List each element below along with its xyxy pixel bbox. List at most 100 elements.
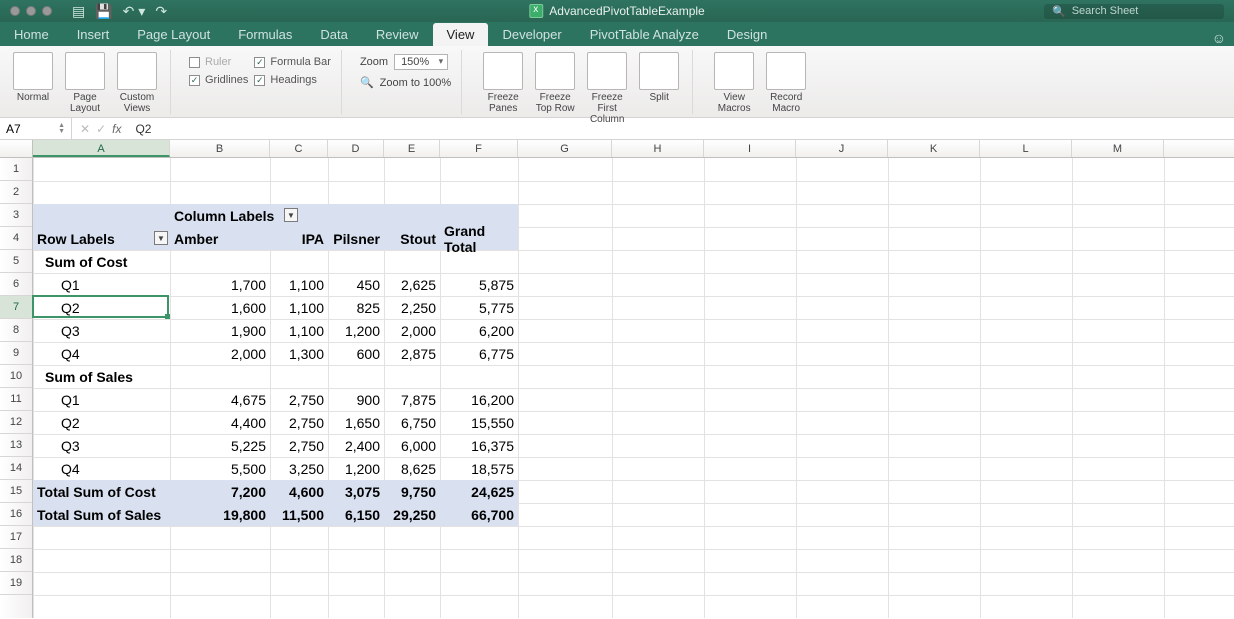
cell[interactable]: IPA [270, 227, 328, 250]
cell[interactable]: 825 [328, 296, 384, 319]
cell[interactable]: 3,250 [270, 457, 328, 480]
undo-icon[interactable]: ↶ ▾ [123, 3, 146, 20]
tab-design[interactable]: Design [713, 23, 781, 46]
freeze-top-row[interactable]: Freeze Top Row [532, 52, 578, 114]
col-G[interactable]: G [518, 140, 612, 157]
row-10[interactable]: 10 [0, 365, 32, 388]
row-18[interactable]: 18 [0, 549, 32, 572]
cell[interactable]: 11,500 [270, 503, 328, 526]
cell[interactable]: Q4 [33, 457, 170, 480]
cell[interactable]: 29,250 [384, 503, 440, 526]
cell[interactable]: Q1 [33, 273, 170, 296]
row-2[interactable]: 2 [0, 181, 32, 204]
cell[interactable]: Row Labels [33, 227, 170, 250]
chk-ruler[interactable]: Ruler [189, 56, 248, 68]
cell[interactable]: 7,875 [384, 388, 440, 411]
cell[interactable]: 5,225 [170, 434, 270, 457]
fx-icon[interactable]: fx [112, 122, 121, 136]
view-macros[interactable]: View Macros [711, 52, 757, 114]
cell[interactable]: 1,200 [328, 457, 384, 480]
cell[interactable]: 2,750 [270, 388, 328, 411]
cell[interactable]: Sum of Cost [33, 250, 270, 273]
cell[interactable]: 6,750 [384, 411, 440, 434]
cell[interactable]: 4,400 [170, 411, 270, 434]
cell[interactable]: Q2 [33, 411, 170, 434]
tab-view[interactable]: View [433, 23, 489, 46]
row-7[interactable]: 7 [0, 296, 32, 319]
cell[interactable]: 8,625 [384, 457, 440, 480]
row-12[interactable]: 12 [0, 411, 32, 434]
col-D[interactable]: D [328, 140, 384, 157]
cell[interactable]: 2,750 [270, 411, 328, 434]
row-11[interactable]: 11 [0, 388, 32, 411]
tab-home[interactable]: Home [0, 23, 63, 46]
cell[interactable]: 6,150 [328, 503, 384, 526]
row-9[interactable]: 9 [0, 342, 32, 365]
row-5[interactable]: 5 [0, 250, 32, 273]
select-all[interactable] [0, 140, 33, 157]
cell[interactable]: 1,650 [328, 411, 384, 434]
cell[interactable]: 4,675 [170, 388, 270, 411]
cancel-icon[interactable]: ✕ [80, 122, 90, 136]
row-1[interactable]: 1 [0, 158, 32, 181]
search-input[interactable]: 🔍 Search Sheet [1044, 4, 1224, 19]
cell[interactable]: Stout [384, 227, 440, 250]
save-as-icon[interactable]: 💾 [95, 3, 112, 20]
grid-area[interactable]: Column Labels▼Row Labels▼AmberIPAPilsner… [33, 158, 1234, 618]
tab-page-layout[interactable]: Page Layout [123, 23, 224, 46]
cell[interactable]: Amber [170, 227, 270, 250]
chk-headings[interactable]: ✓Headings [254, 74, 331, 86]
view-custom[interactable]: Custom Views [114, 52, 160, 114]
row-16[interactable]: 16 [0, 503, 32, 526]
cell[interactable]: 24,625 [440, 480, 518, 503]
row-6[interactable]: 6 [0, 273, 32, 296]
row-15[interactable]: 15 [0, 480, 32, 503]
cell[interactable]: Column Labels [170, 204, 328, 227]
freeze-first-col[interactable]: Freeze First Column [584, 52, 630, 125]
smile-icon[interactable]: ☺ [1212, 30, 1226, 46]
row-14[interactable]: 14 [0, 457, 32, 480]
col-I[interactable]: I [704, 140, 796, 157]
cell[interactable]: Pilsner [328, 227, 384, 250]
cell[interactable]: 5,500 [170, 457, 270, 480]
cell[interactable]: Q4 [33, 342, 170, 365]
row-3[interactable]: 3 [0, 204, 32, 227]
cell[interactable]: 1,200 [328, 319, 384, 342]
col-E[interactable]: E [384, 140, 440, 157]
chk-formula-bar[interactable]: ✓Formula Bar [254, 56, 331, 68]
cell[interactable]: 66,700 [440, 503, 518, 526]
row-8[interactable]: 8 [0, 319, 32, 342]
cell[interactable]: 2,000 [384, 319, 440, 342]
chk-gridlines[interactable]: ✓Gridlines [189, 74, 248, 86]
save-icon[interactable]: ▤ [72, 3, 85, 20]
tab-data[interactable]: Data [306, 23, 361, 46]
min-dot[interactable] [26, 6, 36, 16]
row-13[interactable]: 13 [0, 434, 32, 457]
cell[interactable]: 1,100 [270, 296, 328, 319]
col-C[interactable]: C [270, 140, 328, 157]
cell[interactable]: 5,775 [440, 296, 518, 319]
cell[interactable]: 2,875 [384, 342, 440, 365]
cell[interactable]: 19,800 [170, 503, 270, 526]
cell[interactable]: 600 [328, 342, 384, 365]
tab-formulas[interactable]: Formulas [224, 23, 306, 46]
tab-insert[interactable]: Insert [63, 23, 124, 46]
cell[interactable]: Sum of Sales [33, 365, 270, 388]
cell[interactable]: 2,400 [328, 434, 384, 457]
col-K[interactable]: K [888, 140, 980, 157]
cell[interactable]: 6,000 [384, 434, 440, 457]
cell[interactable]: 1,100 [270, 273, 328, 296]
cell[interactable]: 1,300 [270, 342, 328, 365]
row-19[interactable]: 19 [0, 572, 32, 595]
formula-content[interactable]: Q2 [135, 122, 151, 136]
cell[interactable]: Q3 [33, 319, 170, 342]
cell[interactable]: 2,000 [170, 342, 270, 365]
tab-review[interactable]: Review [362, 23, 433, 46]
cell[interactable]: Q3 [33, 434, 170, 457]
col-H[interactable]: H [612, 140, 704, 157]
row-4[interactable]: 4 [0, 227, 32, 250]
view-normal[interactable]: Normal [10, 52, 56, 103]
freeze-panes[interactable]: Freeze Panes [480, 52, 526, 114]
max-dot[interactable] [42, 6, 52, 16]
redo-icon[interactable]: ↷ [155, 3, 167, 20]
